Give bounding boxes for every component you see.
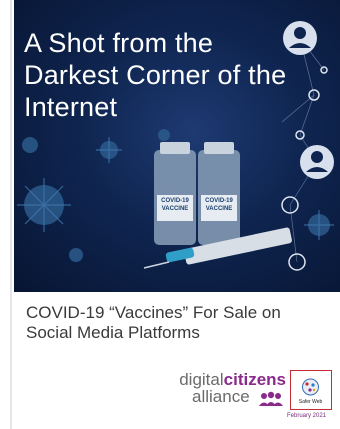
vial-label-left: COVID-19 VACCINE xyxy=(157,197,193,213)
publication-date: February 2021 xyxy=(287,413,327,419)
vaccine-vials xyxy=(154,142,240,245)
person-icon-middle xyxy=(300,145,334,179)
safer-web-label: Safer Web xyxy=(298,399,323,405)
people-group-icon xyxy=(259,391,283,406)
digital-citizens-alliance-logo: digitalcitizens alliance xyxy=(168,370,286,412)
safer-web-badge: Safer Web xyxy=(290,370,332,410)
report-subtitle: COVID-19 “Vaccines” For Sale on Social M… xyxy=(26,303,281,342)
logo-word-alliance: alliance xyxy=(192,387,250,406)
vial-label-text-4: VACCINE xyxy=(205,206,233,212)
vial-label-text-1: COVID-19 xyxy=(161,198,189,204)
globe-icon xyxy=(302,378,319,396)
vial-label-text-2: VACCINE xyxy=(161,206,189,212)
page-edge xyxy=(10,0,12,429)
report-cover: COVID-19 VACCINE COVID-19 VACCINE A Shot… xyxy=(0,0,340,429)
vial-label-right: COVID-19 VACCINE xyxy=(201,197,237,213)
vial-label-text-3: COVID-19 xyxy=(205,198,233,204)
report-title: A Shot from the Darkest Corner of the In… xyxy=(24,28,287,122)
